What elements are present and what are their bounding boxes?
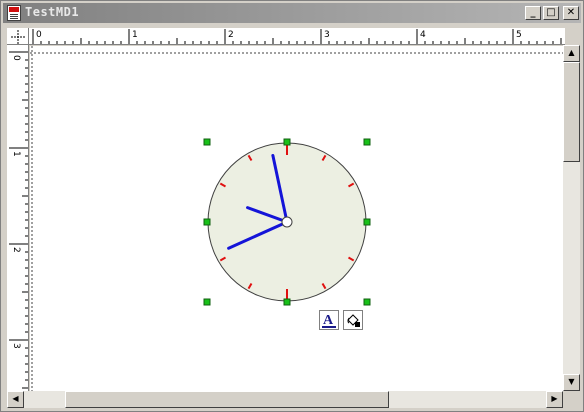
vertical-ruler[interactable]: 0 1 2 3 [7,45,29,391]
horizontal-ruler[interactable]: 0 1 2 3 4 5 [29,28,565,45]
paint-bucket-icon [347,314,360,327]
resize-handle[interactable] [203,138,211,146]
resize-handle[interactable] [283,298,291,306]
horizontal-scrollbar[interactable]: ◀ ▶ [7,391,563,408]
scroll-left-arrow-icon[interactable]: ◀ [7,391,24,408]
close-button[interactable]: ✕ [563,6,579,20]
minimize-button[interactable]: _ [525,6,541,20]
scroll-right-arrow-icon[interactable]: ▶ [546,391,563,408]
ruler-label: 1 [11,151,21,157]
scroll-up-arrow-icon[interactable]: ▲ [563,45,580,62]
ruler-label: 1 [132,30,138,40]
vertical-scrollbar[interactable]: ▲ ▼ [563,45,580,391]
ruler-label: 2 [11,247,21,253]
clock-center-pin [281,216,293,228]
ruler-corner[interactable] [7,28,29,45]
svg-text:A: A [323,313,334,328]
title-bar[interactable]: TestMD1 _ □ ✕ [3,3,581,23]
ruler-label: 5 [516,30,522,40]
ruler-label: 2 [228,30,234,40]
ruler-label: 0 [36,30,42,40]
analog-clock[interactable] [30,46,563,391]
window-title: TestMD1 [25,5,80,19]
text-format-button[interactable]: A [319,310,339,330]
resize-handle[interactable] [363,218,371,226]
ruler-label: 3 [324,30,330,40]
text-format-icon: A [322,313,336,328]
document-window: TestMD1 _ □ ✕ 0 1 2 3 4 5 0 1 2 3 A ▲ ▼ ◀ ▶ [0,0,584,412]
fill-color-button[interactable] [343,310,363,330]
resize-handle[interactable] [363,138,371,146]
scroll-down-arrow-icon[interactable]: ▼ [563,374,580,391]
ruler-label: 3 [11,343,21,349]
vertical-scroll-thumb[interactable] [563,62,580,162]
horizontal-scroll-thumb[interactable] [65,391,389,408]
crosshair-icon [11,30,25,44]
drawing-canvas[interactable]: A [30,46,563,391]
resize-handle[interactable] [363,298,371,306]
resize-handle[interactable] [283,138,291,146]
document-icon[interactable] [7,5,21,21]
size-grip [563,391,580,408]
resize-handle[interactable] [203,298,211,306]
resize-handle[interactable] [203,218,211,226]
ruler-label: 0 [11,55,21,61]
maximize-button[interactable]: □ [543,6,559,20]
ruler-label: 4 [420,30,426,40]
